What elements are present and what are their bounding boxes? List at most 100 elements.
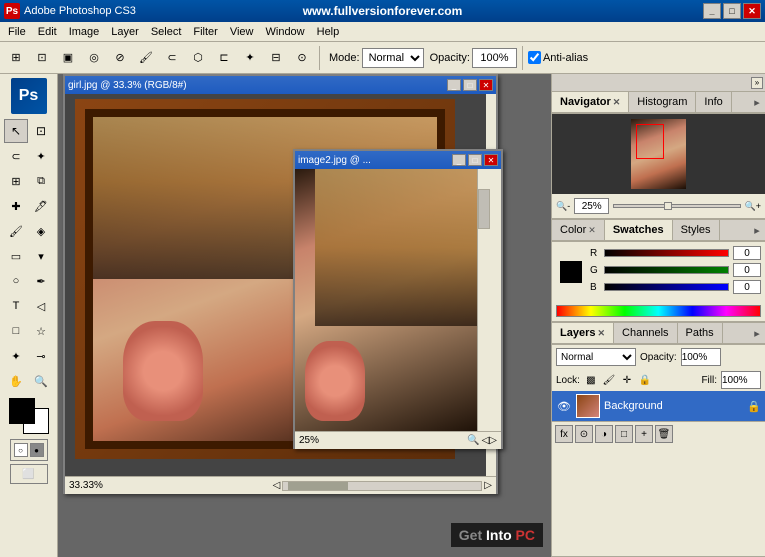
type-tool[interactable]: T <box>4 294 28 318</box>
lock-transparency-icon[interactable]: ▩ <box>584 373 598 387</box>
doc2-close[interactable]: ✕ <box>484 154 498 166</box>
tab-styles[interactable]: Styles <box>673 220 720 240</box>
layer-mask-btn[interactable]: ⊙ <box>575 425 593 443</box>
doc1-nav-arrow-left[interactable]: ◁ <box>273 480 281 491</box>
doc1-nav-arrow-right[interactable]: ▷ <box>484 480 492 491</box>
nav-zoom-slider[interactable] <box>613 204 740 208</box>
screen-mode-button[interactable]: ⬜ <box>10 464 48 484</box>
navigator-options-btn[interactable]: ▸ <box>749 94 765 110</box>
layer-new-btn[interactable]: + <box>635 425 653 443</box>
layer-group-btn[interactable]: □ <box>615 425 633 443</box>
close-button[interactable]: ✕ <box>743 3 761 19</box>
marquee-tool[interactable]: ⊡ <box>29 119 53 143</box>
doc1-controls[interactable]: _ □ ✕ <box>447 79 493 91</box>
color-r-slider[interactable] <box>604 249 729 257</box>
doc1-title-bar[interactable]: girl.jpg @ 33.3% (RGB/8#) _ □ ✕ <box>65 76 496 94</box>
wand-icon[interactable]: ✦ <box>238 46 262 70</box>
doc2-minimize[interactable]: _ <box>452 154 466 166</box>
brush-tool[interactable]: 🖌 <box>4 219 28 243</box>
tool-option-icon-2[interactable]: ⊡ <box>30 46 54 70</box>
color-spectrum[interactable] <box>556 305 761 317</box>
title-controls[interactable]: _ □ ✕ <box>703 3 761 19</box>
tab-histogram[interactable]: Histogram <box>629 92 696 112</box>
layers-options-btn[interactable]: ▸ <box>749 325 765 341</box>
marquee-rect-icon[interactable]: ⊟ <box>264 46 288 70</box>
lasso-tool[interactable]: ⊂ <box>4 144 28 168</box>
tool-option-icon-5[interactable]: ⊘ <box>108 46 132 70</box>
tool-option-icon-3[interactable]: ▣ <box>56 46 80 70</box>
antialias-label[interactable]: Anti-alias <box>528 51 588 64</box>
doc2-nav-arrow[interactable]: ◁▷ <box>482 435 497 446</box>
marquee-circ-icon[interactable]: ⊙ <box>290 46 314 70</box>
menu-select[interactable]: Select <box>145 24 188 40</box>
right-panel-collapse[interactable]: » <box>751 77 763 89</box>
tool-option-icon-4[interactable]: ◎ <box>82 46 106 70</box>
doc2-nav-icon[interactable]: 🔍 <box>467 435 479 446</box>
tab-info[interactable]: Info <box>696 92 731 112</box>
tab-color-close[interactable]: ✕ <box>588 225 596 236</box>
doc1-maximize[interactable]: □ <box>463 79 477 91</box>
color-b-input[interactable]: 0 <box>733 280 761 294</box>
doc2-vscroll[interactable] <box>477 169 491 431</box>
doc1-close[interactable]: ✕ <box>479 79 493 91</box>
notes-tool[interactable]: ☆ <box>29 319 53 343</box>
crop-tool[interactable]: ⊞ <box>4 169 28 193</box>
layer-adjust-btn[interactable]: ◑ <box>595 425 613 443</box>
nav-zoom-in-icon[interactable]: 🔍+ <box>745 201 761 212</box>
menu-filter[interactable]: Filter <box>187 24 223 40</box>
layers-fill-input[interactable] <box>721 371 761 389</box>
fill-tool[interactable]: ▾ <box>29 244 53 268</box>
quick-mask-button[interactable]: ○ ● <box>10 439 48 461</box>
minimize-button[interactable]: _ <box>703 3 721 19</box>
tab-layers-close[interactable]: ✕ <box>597 328 605 339</box>
lock-paint-icon[interactable]: 🖌 <box>602 373 616 387</box>
maximize-button[interactable]: □ <box>723 3 741 19</box>
history-tool[interactable]: ◈ <box>29 219 53 243</box>
tab-navigator-close[interactable]: ✕ <box>613 97 621 108</box>
menu-image[interactable]: Image <box>63 24 106 40</box>
eyedropper-tool[interactable]: ✦ <box>4 344 28 368</box>
doc2-title-bar[interactable]: image2.jpg @ ... _ □ ✕ <box>295 151 501 169</box>
layer-delete-btn[interactable]: 🗑 <box>655 425 673 443</box>
polygon-icon[interactable]: ⬡ <box>186 46 210 70</box>
mode-select[interactable]: Normal <box>362 48 424 68</box>
select-path-tool[interactable]: ◁ <box>29 294 53 318</box>
layer-fx-btn[interactable]: fx <box>555 425 573 443</box>
menu-file[interactable]: File <box>2 24 32 40</box>
menu-view[interactable]: View <box>224 24 260 40</box>
tool-option-icon-1[interactable]: ⊞ <box>4 46 28 70</box>
tab-navigator[interactable]: Navigator ✕ <box>552 92 629 112</box>
dodge-tool[interactable]: ○ <box>4 269 28 293</box>
color-g-slider[interactable] <box>604 266 729 274</box>
nav-zoom-out-icon[interactable]: 🔍- <box>556 201 570 212</box>
tab-channels[interactable]: Channels <box>614 323 677 343</box>
menu-window[interactable]: Window <box>260 24 311 40</box>
lock-all-icon[interactable]: 🔒 <box>638 373 652 387</box>
layer-item-background[interactable]: 👁 Background 🔒 <box>552 391 765 421</box>
tab-layers[interactable]: Layers ✕ <box>552 323 614 343</box>
doc1-minimize[interactable]: _ <box>447 79 461 91</box>
hand-tool[interactable]: ✋ <box>4 369 28 393</box>
tab-color[interactable]: Color ✕ <box>552 220 605 240</box>
doc1-scroll-bar[interactable] <box>282 481 482 491</box>
shape-tool[interactable]: □ <box>4 319 28 343</box>
color-g-input[interactable]: 0 <box>733 263 761 277</box>
antialias-checkbox[interactable] <box>528 51 541 64</box>
color-r-input[interactable]: 0 <box>733 246 761 260</box>
lock-position-icon[interactable]: ✛ <box>620 373 634 387</box>
eraser-tool[interactable]: ▭ <box>4 244 28 268</box>
measure-tool[interactable]: ⊸ <box>29 344 53 368</box>
tab-paths[interactable]: Paths <box>678 323 723 343</box>
tab-swatches[interactable]: Swatches <box>605 220 673 240</box>
menu-layer[interactable]: Layer <box>105 24 145 40</box>
color-options-btn[interactable]: ▸ <box>749 222 765 238</box>
color-fg-box[interactable] <box>560 261 582 283</box>
menu-help[interactable]: Help <box>311 24 346 40</box>
heal-tool[interactable]: ✚ <box>4 194 28 218</box>
layers-opacity-input[interactable] <box>681 348 721 366</box>
opacity-input[interactable] <box>472 48 517 68</box>
doc2-maximize[interactable]: □ <box>468 154 482 166</box>
lasso-icon[interactable]: ⊂ <box>160 46 184 70</box>
nav-zoom-input[interactable]: 25% <box>574 198 609 214</box>
quick-select-tool[interactable]: ✦ <box>29 144 53 168</box>
